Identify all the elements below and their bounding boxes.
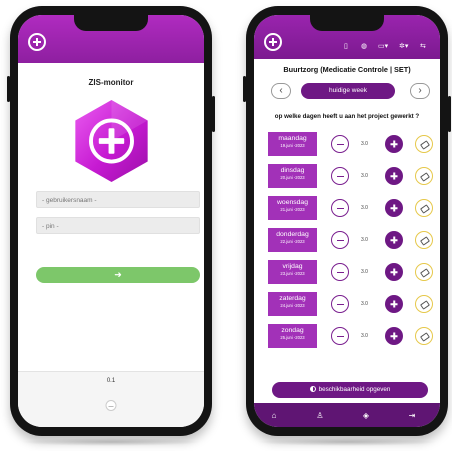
day-date: 23.juni -2023 — [280, 271, 305, 276]
username-field[interactable]: - gebruikersnaam - — [36, 191, 200, 208]
day-name: zaterdag — [279, 295, 306, 302]
volume-button — [243, 76, 246, 102]
phone-login: ZIS-monitor - gebruikersnaam - - pin - ➜… — [7, 6, 215, 436]
day-name: dinsdag — [280, 167, 305, 174]
volume-button — [7, 76, 10, 102]
project-title: Buurtzorg (Medicatie Controle | SET) — [283, 65, 411, 74]
increase-button[interactable] — [385, 199, 403, 217]
next-week-button[interactable]: › — [410, 83, 430, 99]
eraser-icon[interactable] — [415, 327, 433, 345]
login-screen: ZIS-monitor - gebruikersnaam - - pin - ➜… — [18, 15, 204, 427]
eraser-icon[interactable] — [415, 135, 433, 153]
hours-value: 3.0 — [361, 141, 368, 147]
day-name: zondag — [281, 327, 304, 334]
hexagon-plus-icon — [75, 99, 148, 183]
increase-button[interactable] — [385, 135, 403, 153]
monitor-icon[interactable]: ▭▾ — [378, 42, 388, 51]
phone-shadow — [256, 438, 438, 446]
notch — [310, 15, 384, 31]
day-name: maandag — [278, 135, 307, 142]
increase-button[interactable] — [385, 295, 403, 313]
day-label: vrijdag 23.juni -2023 — [268, 260, 317, 284]
hours-value: 3.0 — [361, 269, 368, 275]
day-date: 19.juni -2023 — [280, 143, 305, 148]
hours-value: 3.0 — [361, 333, 368, 339]
eraser-icon[interactable] — [415, 167, 433, 185]
day-label: zaterdag 24.juni -2023 — [268, 292, 317, 316]
user-icon[interactable]: ♙ — [314, 410, 326, 422]
day-name: woensdag — [277, 199, 308, 206]
decrease-button[interactable] — [331, 327, 349, 345]
increase-button[interactable] — [385, 327, 403, 345]
question-text: op welke dagen heeft u aan het project g… — [274, 113, 420, 120]
increase-button[interactable] — [385, 263, 403, 281]
increase-button[interactable] — [385, 231, 403, 249]
increase-button[interactable] — [385, 167, 403, 185]
decrease-button[interactable] — [331, 199, 349, 217]
phone-shadow — [20, 438, 202, 446]
app-title: ZIS-monitor — [88, 78, 134, 87]
hours-value: 3.0 — [361, 301, 368, 307]
eraser-icon[interactable] — [415, 231, 433, 249]
hours-value: 3.0 — [361, 205, 368, 211]
plus-circle-icon[interactable] — [264, 33, 282, 51]
decrease-button[interactable] — [331, 263, 349, 281]
power-button — [448, 96, 451, 132]
day-row: maandag 19.juni -2023 3.0 — [268, 132, 433, 156]
day-row: vrijdag 23.juni -2023 3.0 — [268, 260, 433, 284]
day-name: vrijdag — [282, 263, 303, 270]
pin-field[interactable]: - pin - — [36, 217, 200, 234]
day-label: zondag 25.juni -2023 — [268, 324, 317, 348]
app-screen: ▯ ◍ ▭▾ ✲▾ ⇆ Buurtzorg (Medicatie Control… — [254, 15, 440, 427]
minus-circle-icon[interactable] — [105, 400, 117, 411]
home-icon[interactable]: ⌂ — [268, 410, 280, 422]
day-row: zaterdag 24.juni -2023 3.0 — [268, 292, 433, 316]
decrease-button[interactable] — [331, 135, 349, 153]
day-date: 22.juni -2023 — [280, 239, 305, 244]
eraser-icon[interactable] — [415, 295, 433, 313]
day-label: dinsdag 20.juni -2023 — [268, 164, 317, 188]
day-date: 21.juni -2023 — [280, 207, 305, 212]
sliders-icon[interactable]: ⇆ — [420, 42, 426, 51]
notch — [74, 15, 148, 31]
day-row: dinsdag 20.juni -2023 3.0 — [268, 164, 433, 188]
availability-label: beschikbaarheid opgeven — [318, 386, 391, 393]
day-label: woensdag 21.juni -2023 — [268, 196, 317, 220]
decrease-button[interactable] — [331, 167, 349, 185]
eraser-icon[interactable] — [415, 263, 433, 281]
version-label: 0.1 — [106, 378, 116, 384]
globe-icon[interactable]: ◍ — [361, 42, 367, 51]
decrease-button[interactable] — [331, 295, 349, 313]
tablet-icon[interactable]: ▯ — [344, 42, 348, 51]
hours-value: 3.0 — [361, 237, 368, 243]
day-date: 20.juni -2023 — [280, 175, 305, 180]
day-label: donderdag 22.juni -2023 — [268, 228, 317, 252]
current-week-button[interactable]: huidige week — [301, 83, 395, 99]
half-circle-icon — [309, 386, 316, 393]
day-name: donderdag — [276, 231, 309, 238]
plus-circle-icon[interactable] — [28, 33, 46, 51]
logout-icon[interactable]: ⇥ — [406, 410, 418, 422]
availability-button[interactable]: beschikbaarheid opgeven — [272, 382, 428, 398]
power-button — [212, 96, 215, 132]
layers-icon[interactable]: ◈ — [360, 410, 372, 422]
day-row: woensdag 21.juni -2023 3.0 — [268, 196, 433, 220]
day-row: donderdag 22.juni -2023 3.0 — [268, 228, 433, 252]
settings-icon[interactable]: ✲▾ — [399, 42, 408, 51]
hours-value: 3.0 — [361, 173, 368, 179]
day-label: maandag 19.juni -2023 — [268, 132, 317, 156]
eraser-icon[interactable] — [415, 199, 433, 217]
phone-app: ▯ ◍ ▭▾ ✲▾ ⇆ Buurtzorg (Medicatie Control… — [243, 6, 451, 436]
day-date: 24.juni -2023 — [280, 303, 305, 308]
day-row: zondag 25.juni -2023 3.0 — [268, 324, 433, 348]
prev-week-button[interactable]: ‹ — [271, 83, 291, 99]
arrow-right-icon: ➜ — [114, 269, 122, 280]
day-date: 25.juni -2023 — [280, 335, 305, 340]
decrease-button[interactable] — [331, 231, 349, 249]
login-button[interactable]: ➜ — [36, 267, 200, 283]
